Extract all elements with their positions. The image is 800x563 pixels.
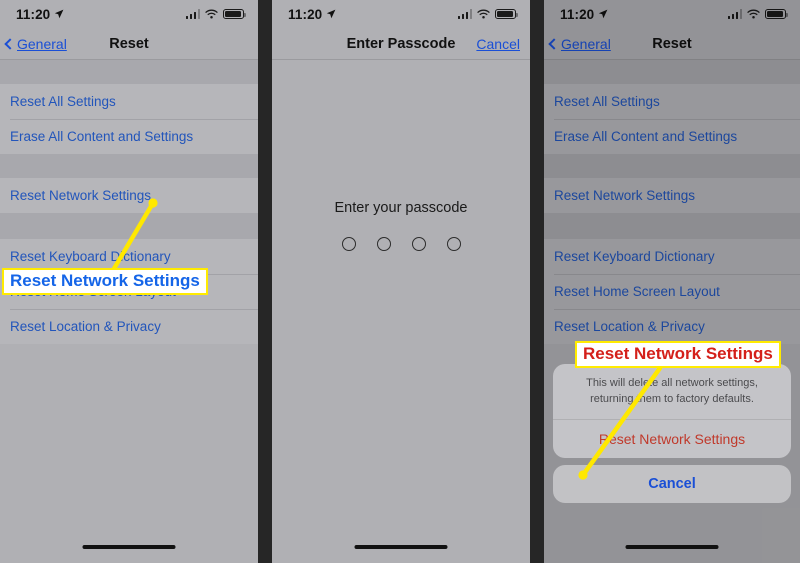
- location-arrow-icon: [327, 9, 336, 19]
- status-time: 11:20: [288, 6, 323, 22]
- passcode-screen: Enter your passcode: [272, 60, 530, 563]
- annotation-callout-3: Reset Network Settings: [575, 341, 781, 368]
- settings-list: Reset All Settings Erase All Content and…: [0, 60, 258, 344]
- status-bar-left: 11:20: [288, 7, 336, 22]
- navigation-bar: General Reset: [0, 28, 258, 60]
- cellular-bars-icon: [727, 9, 742, 19]
- list-section-1: Reset All Settings Erase All Content and…: [0, 84, 258, 154]
- back-button-general[interactable]: General: [4, 35, 67, 52]
- action-sheet-reset-network-settings-button[interactable]: Reset Network Settings: [553, 420, 791, 458]
- status-bar-left: 11:20: [560, 7, 608, 22]
- cellular-bars-icon: [457, 9, 472, 19]
- list-section-gap: [0, 60, 258, 84]
- status-time: 11:20: [560, 6, 595, 22]
- status-bar: 11:20: [544, 0, 800, 28]
- list-item-reset-location-privacy[interactable]: Reset Location & Privacy: [0, 309, 258, 344]
- status-bar-right: [185, 8, 246, 20]
- cancel-button[interactable]: Cancel: [476, 36, 520, 52]
- list-section-gap: [0, 154, 258, 178]
- annotation-callout-1: Reset Network Settings: [2, 268, 208, 295]
- phone-panel-3: 11:20 General Reset Reset All Settings E…: [544, 0, 800, 563]
- list-section-gap: [0, 213, 258, 239]
- navigation-bar: Enter Passcode Cancel: [272, 28, 530, 60]
- status-bar-left: 11:20: [16, 7, 64, 22]
- location-arrow-icon: [55, 9, 64, 19]
- status-bar-right: [457, 8, 518, 20]
- home-indicator: [354, 545, 448, 549]
- passcode-dots[interactable]: [341, 237, 461, 251]
- list-item-reset-home-screen-layout[interactable]: Reset Home Screen Layout: [544, 274, 800, 309]
- battery-icon: [223, 8, 246, 20]
- passcode-prompt: Enter your passcode: [334, 200, 468, 216]
- passcode-dot: [411, 237, 426, 251]
- list-item-reset-all-settings[interactable]: Reset All Settings: [544, 84, 800, 119]
- list-section-2: Reset Network Settings: [544, 178, 800, 213]
- list-item-erase-all-content[interactable]: Erase All Content and Settings: [0, 119, 258, 154]
- back-button-label: General: [17, 35, 67, 52]
- settings-list: Reset All Settings Erase All Content and…: [544, 60, 800, 344]
- list-item-reset-all-settings[interactable]: Reset All Settings: [0, 84, 258, 119]
- wifi-icon: [477, 9, 490, 19]
- navigation-bar: General Reset: [544, 28, 800, 60]
- status-bar-right: [727, 8, 788, 20]
- list-item-reset-location-privacy[interactable]: Reset Location & Privacy: [544, 309, 800, 344]
- wifi-icon: [747, 9, 760, 19]
- list-item-reset-network-settings[interactable]: Reset Network Settings: [0, 178, 258, 213]
- page-title: Reset: [652, 35, 692, 52]
- chevron-left-icon: [4, 37, 16, 50]
- action-sheet-cancel-button[interactable]: Cancel: [553, 465, 791, 503]
- battery-icon: [495, 8, 518, 20]
- passcode-dot: [376, 237, 391, 251]
- list-section-1: Reset All Settings Erase All Content and…: [544, 84, 800, 154]
- status-bar: 11:20: [272, 0, 530, 28]
- status-time: 11:20: [16, 6, 51, 22]
- list-section-2: Reset Network Settings: [0, 178, 258, 213]
- action-sheet-message: This will delete all network settings, r…: [553, 364, 791, 420]
- list-item-erase-all-content[interactable]: Erase All Content and Settings: [544, 119, 800, 154]
- passcode-dot: [341, 237, 356, 251]
- wifi-icon: [205, 9, 218, 19]
- status-bar: 11:20: [0, 0, 258, 28]
- list-section-gap: [544, 213, 800, 239]
- action-sheet-card: This will delete all network settings, r…: [553, 364, 791, 458]
- list-item-reset-network-settings[interactable]: Reset Network Settings: [544, 178, 800, 213]
- cellular-bars-icon: [185, 9, 200, 19]
- back-button-general[interactable]: General: [548, 35, 611, 52]
- screenshot-stage: 11:20 General Reset Reset All Settings E…: [0, 0, 800, 563]
- back-button-label: General: [561, 35, 611, 52]
- chevron-left-icon: [548, 37, 560, 50]
- list-section-gap: [544, 60, 800, 84]
- list-section-gap: [544, 154, 800, 178]
- page-title: Enter Passcode: [346, 35, 456, 52]
- list-section-3: Reset Keyboard Dictionary Reset Home Scr…: [544, 239, 800, 344]
- battery-icon: [765, 8, 788, 20]
- passcode-dot: [446, 237, 461, 251]
- action-sheet: This will delete all network settings, r…: [553, 364, 791, 503]
- home-indicator: [625, 545, 719, 549]
- list-item-reset-keyboard-dictionary[interactable]: Reset Keyboard Dictionary: [544, 239, 800, 274]
- phone-panel-2: 11:20 Enter Passcode Cancel Enter your p…: [272, 0, 530, 563]
- location-arrow-icon: [599, 9, 608, 19]
- home-indicator: [82, 545, 176, 549]
- page-title: Reset: [109, 35, 149, 52]
